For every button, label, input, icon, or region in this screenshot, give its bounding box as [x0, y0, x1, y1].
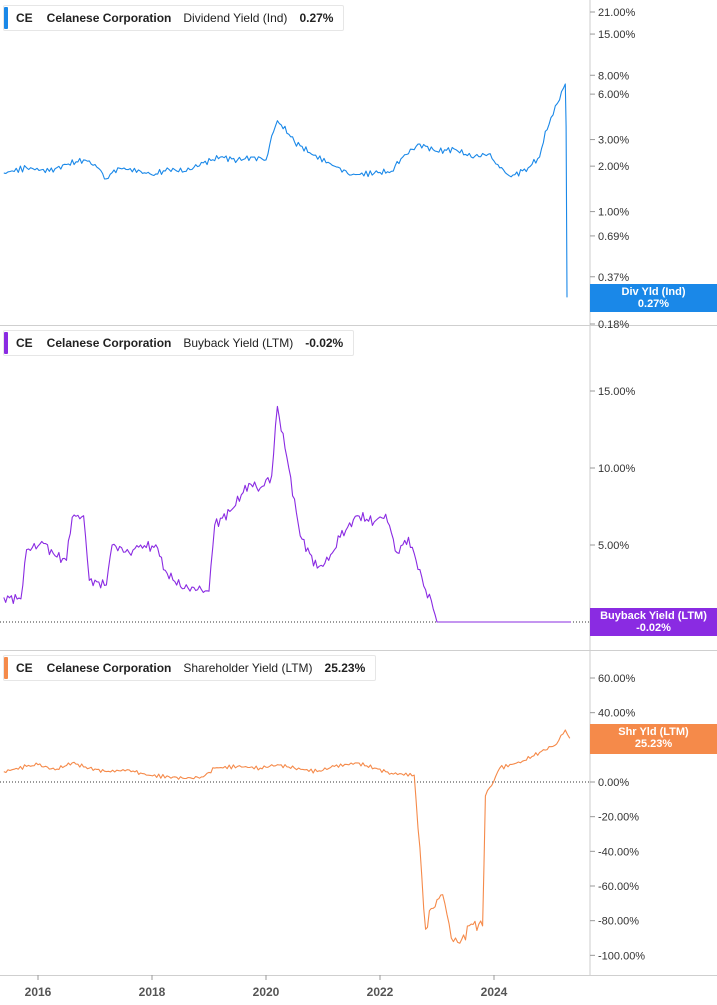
flag-label: Div Yld (Ind): [621, 286, 686, 298]
series-color-swatch: [4, 332, 8, 354]
legend-value: -0.02%: [305, 336, 344, 350]
legend-dividend-yield: CE Celanese Corporation Dividend Yield (…: [3, 5, 345, 31]
series-line: [3, 83, 568, 298]
y-tick-label: -60.00%: [598, 881, 639, 893]
y-tick-label: 0.69%: [598, 231, 629, 243]
y-tick-label: -20.00%: [598, 812, 639, 824]
last-value-flag-buyback: Buyback Yield (LTM) -0.02%: [590, 608, 717, 636]
y-tick-label: -40.00%: [598, 846, 639, 858]
flag-value: 25.23%: [634, 738, 673, 750]
chart-canvas: 21.00% 15.00% 8.00% 6.00% 3.00% 2.00% 1.00% 0.6…: [0, 0, 717, 999]
y-tick-label: 0.37%: [598, 272, 629, 284]
last-value-flag-shareholder: Shr Yld (LTM) 25.23%: [590, 724, 717, 754]
y-tick-label: 0.18%: [598, 319, 629, 331]
y-tick-label: 60.00%: [598, 673, 636, 685]
y-tick-label: 10.00%: [598, 463, 636, 475]
series-line: [3, 729, 571, 944]
series-color-swatch: [4, 657, 8, 679]
legend-buyback-yield: CE Celanese Corporation Buyback Yield (L…: [3, 330, 355, 356]
legend-value: 25.23%: [324, 661, 366, 675]
y-tick-label: 3.00%: [598, 135, 629, 147]
y-tick-label: 0.00%: [598, 777, 629, 789]
legend-company: Celanese Corporation: [46, 661, 172, 675]
y-tick-label: 15.00%: [598, 386, 636, 398]
legend-company: Celanese Corporation: [46, 11, 172, 25]
legend-metric: Dividend Yield (Ind): [183, 11, 288, 25]
x-tick-label: 2020: [253, 985, 280, 999]
y-tick-label: 8.00%: [598, 70, 629, 82]
y-tick-label: 5.00%: [598, 540, 629, 552]
y-tick-label: -100.00%: [598, 950, 645, 962]
y-tick-label: 6.00%: [598, 89, 629, 101]
flag-value: -0.02%: [636, 622, 671, 634]
series-line: [3, 405, 571, 623]
legend-value: 0.27%: [299, 11, 334, 25]
y-tick-label: 1.00%: [598, 207, 629, 219]
legend-shareholder-yield: CE Celanese Corporation Shareholder Yiel…: [3, 655, 377, 681]
y-tick-label: 2.00%: [598, 161, 629, 173]
flag-label: Buyback Yield (LTM): [600, 610, 707, 622]
legend-metric: Buyback Yield (LTM): [183, 336, 294, 350]
flag-label: Shr Yld (LTM): [618, 726, 689, 738]
legend-ticker: CE: [16, 336, 33, 350]
x-tick-label: 2022: [367, 985, 394, 999]
last-value-flag-dividend: Div Yld (Ind) 0.27%: [590, 284, 717, 312]
legend-ticker: CE: [16, 11, 33, 25]
x-tick-label: 2024: [481, 985, 508, 999]
legend-metric: Shareholder Yield (LTM): [183, 661, 313, 675]
y-tick-label: -80.00%: [598, 916, 639, 928]
x-tick-label: 2016: [25, 985, 52, 999]
y-tick-label: 40.00%: [598, 708, 636, 720]
series-color-swatch: [4, 7, 8, 29]
x-tick-label: 2018: [139, 985, 166, 999]
flag-value: 0.27%: [637, 298, 670, 310]
y-tick-label: 21.00%: [598, 7, 636, 19]
y-tick-label: 15.00%: [598, 29, 636, 41]
legend-ticker: CE: [16, 661, 33, 675]
legend-company: Celanese Corporation: [46, 336, 172, 350]
